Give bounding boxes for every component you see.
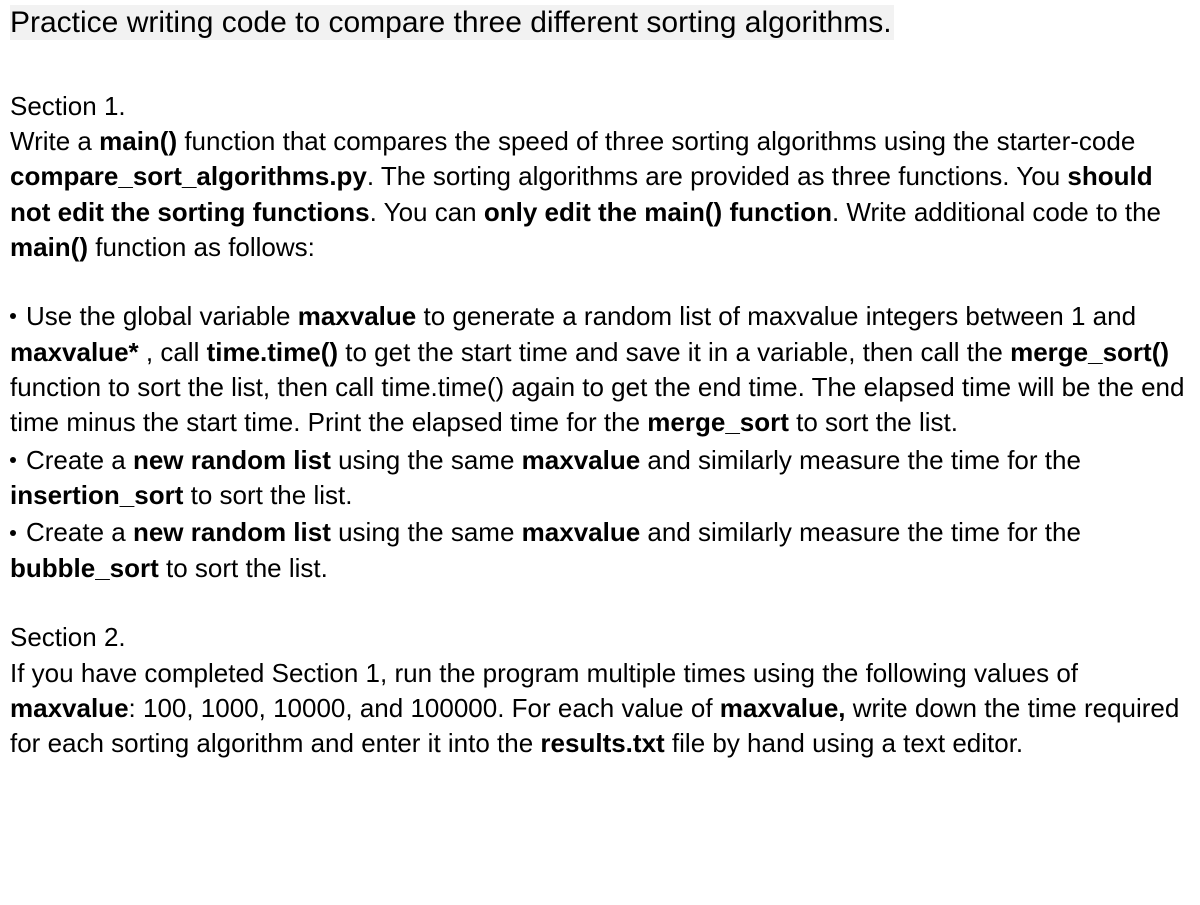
- bold-maxvalue: maxvalue: [522, 517, 641, 547]
- bold-time-time: time.time(): [207, 337, 338, 367]
- bold-new-random-list: new random list: [133, 517, 331, 547]
- bold-merge-sort: merge_sort: [647, 407, 789, 437]
- text: . You can: [370, 197, 484, 227]
- bullet-merge-sort: Use the global variable maxvalue to gene…: [10, 299, 1190, 440]
- section-2: Section 2. If you have completed Section…: [10, 620, 1190, 761]
- section-1-label: Section 1.: [10, 89, 1190, 124]
- text: using the same: [331, 445, 522, 475]
- section-1-intro: Write a main() function that compares th…: [10, 124, 1190, 265]
- text: to sort the list.: [159, 553, 328, 583]
- bullet-bubble-sort: Create a new random list using the same …: [10, 515, 1190, 586]
- bold-maxvalue: maxvalue: [10, 693, 129, 723]
- bold-maxvalue-star: maxvalue*: [10, 337, 139, 367]
- text: function as follows:: [88, 232, 315, 262]
- bold-new-random-list: new random list: [133, 445, 331, 475]
- text: . Write additional code to the: [832, 197, 1161, 227]
- page-title: Practice writing code to compare three d…: [10, 5, 894, 40]
- section-2-label: Section 2.: [10, 620, 1190, 655]
- text: to sort the list.: [789, 407, 958, 437]
- text: and similarly measure the time for the: [640, 445, 1081, 475]
- bold-merge-sort-fn: merge_sort(): [1010, 337, 1169, 367]
- text: to sort the list.: [183, 480, 352, 510]
- bullet-insertion-sort: Create a new random list using the same …: [10, 443, 1190, 514]
- text: Write a: [10, 126, 99, 156]
- text: function that compares the speed of thre…: [177, 126, 1135, 156]
- document-page: Practice writing code to compare three d…: [0, 0, 1200, 782]
- bold-main2: main(): [10, 232, 88, 262]
- text: Create a: [26, 445, 133, 475]
- text: function to sort the list, then call tim…: [10, 372, 1184, 437]
- bold-maxvalue: maxvalue: [522, 445, 641, 475]
- text: using the same: [331, 517, 522, 547]
- bold-main: main(): [99, 126, 177, 156]
- bullet-icon: [10, 530, 16, 536]
- text: Use the global variable: [26, 301, 298, 331]
- bold-bubble-sort: bubble_sort: [10, 553, 159, 583]
- text: Create a: [26, 517, 133, 547]
- text: , call: [139, 337, 207, 367]
- bold-insertion-sort: insertion_sort: [10, 480, 183, 510]
- bold-edit-main: only edit the main() function: [484, 197, 832, 227]
- text: file by hand using a text editor.: [665, 728, 1023, 758]
- section-1-bullets: Use the global variable maxvalue to gene…: [10, 299, 1190, 586]
- bold-maxvalue2: maxvalue,: [720, 693, 846, 723]
- page-title-wrap: Practice writing code to compare three d…: [10, 6, 1190, 41]
- text: If you have completed Section 1, run the…: [10, 658, 1078, 688]
- bullet-icon: [10, 313, 16, 319]
- bold-maxvalue: maxvalue: [298, 301, 417, 331]
- bullet-icon: [10, 457, 16, 463]
- text: : 100, 1000, 10000, and 100000. For each…: [129, 693, 720, 723]
- text: to generate a random list of maxvalue in…: [416, 301, 1136, 331]
- section-1: Section 1. Write a main() function that …: [10, 89, 1190, 587]
- section-2-body: If you have completed Section 1, run the…: [10, 656, 1190, 762]
- text: and similarly measure the time for the: [640, 517, 1081, 547]
- text: . The sorting algorithms are provided as…: [367, 161, 1068, 191]
- bold-filename: compare_sort_algorithms.py: [10, 161, 367, 191]
- bold-results-txt: results.txt: [540, 728, 664, 758]
- text: to get the start time and save it in a v…: [338, 337, 1010, 367]
